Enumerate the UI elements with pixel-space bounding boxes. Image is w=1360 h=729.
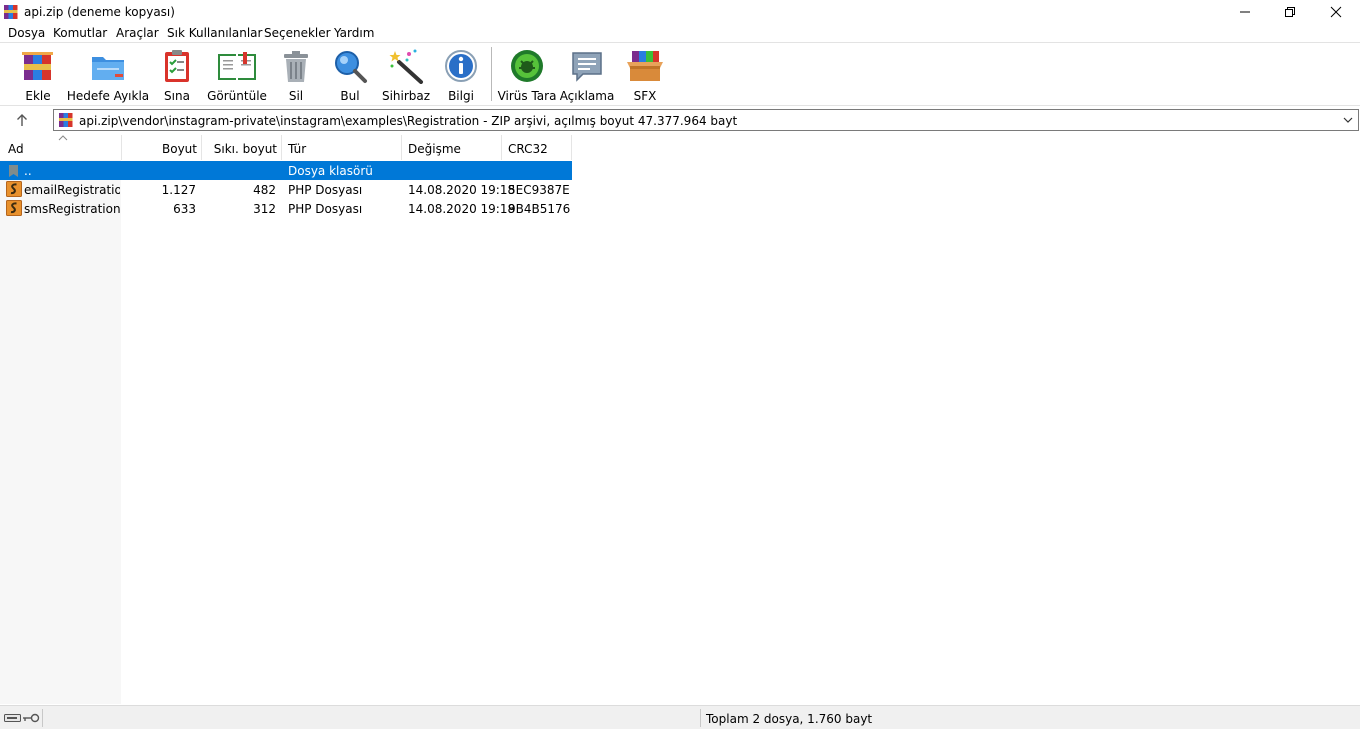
column-header-name-label: Ad — [8, 142, 24, 156]
row-name: emailRegistratio... — [24, 183, 120, 197]
comment-button[interactable]: Açıklama — [560, 46, 614, 103]
status-bar: Toplam 2 dosya, 1.760 bayt — [0, 705, 1360, 729]
book-view-icon — [218, 52, 256, 80]
toolbar-divider — [0, 105, 1360, 106]
column-header-type-label: Tür — [288, 142, 307, 156]
row-modified: 14.08.2020 19:18 — [408, 202, 516, 216]
row-type: PHP Dosyası — [288, 183, 363, 197]
column-header-packed-label: Sıkı. boyut — [213, 142, 277, 156]
address-row: api.zip\vendor\instagram-private\instagr… — [0, 107, 1360, 133]
title-bar: api.zip (deneme kopyası) — [0, 0, 1360, 24]
minimize-icon — [1240, 11, 1250, 13]
status-divider — [700, 709, 701, 727]
table-row[interactable]: smsRegistration.... 633 312 PHP Dosyası … — [0, 199, 572, 218]
row-name: smsRegistration.... — [24, 202, 120, 216]
minimize-button[interactable] — [1222, 0, 1268, 24]
menu-bar: Dosya Komutlar Araçlar Sık Kullanılanlar… — [0, 24, 1360, 42]
toolbar-separator — [491, 47, 492, 101]
find-button[interactable]: Bul — [331, 46, 369, 103]
folder-extract-icon — [92, 57, 124, 80]
magnifier-icon — [335, 51, 367, 83]
menu-yardim[interactable]: Yardım — [334, 26, 374, 40]
php-file-icon — [6, 181, 22, 197]
test-button[interactable]: Sına — [158, 46, 196, 103]
column-header-packed[interactable]: Sıkı. boyut — [202, 135, 282, 160]
menu-araclar[interactable]: Araçlar — [116, 26, 159, 40]
menu-komutlar[interactable]: Komutlar — [53, 26, 107, 40]
row-size: 1.127 — [161, 183, 196, 197]
chevron-down-icon[interactable] — [1343, 115, 1353, 125]
column-header-crc[interactable]: CRC32 — [502, 135, 572, 160]
info-icon — [445, 50, 477, 82]
winrar-app-icon — [4, 5, 18, 19]
archive-icon — [59, 113, 73, 127]
row-packed: 482 — [253, 183, 276, 197]
sort-ascending-icon — [58, 135, 68, 141]
row-type: Dosya klasörü — [288, 164, 373, 178]
extract-to-button[interactable]: Hedefe Ayıkla — [67, 46, 149, 103]
trash-icon — [284, 51, 308, 82]
info-button[interactable]: Bilgi — [442, 46, 480, 103]
menu-dosya[interactable]: Dosya — [8, 26, 45, 40]
arrow-up-icon — [17, 114, 27, 126]
row-packed: 312 — [253, 202, 276, 216]
row-name: .. — [24, 164, 32, 178]
status-divider — [42, 709, 43, 727]
column-header-crc-label: CRC32 — [508, 142, 548, 156]
sfx-button[interactable]: SFX — [624, 46, 666, 103]
row-crc: 5EC9387E — [508, 183, 570, 197]
checklist-test-icon — [165, 50, 189, 82]
virus-scan-button[interactable]: Virüs Tara — [498, 46, 556, 103]
address-path: api.zip\vendor\instagram-private\instagr… — [79, 114, 738, 128]
status-text: Toplam 2 dosya, 1.760 bayt — [706, 712, 873, 726]
address-bar[interactable]: api.zip\vendor\instagram-private\instagr… — [53, 109, 1359, 131]
archive-add-icon — [22, 52, 53, 80]
sfx-label: SFX — [633, 89, 657, 103]
table-row[interactable]: emailRegistratio... 1.127 482 PHP Dosyas… — [0, 180, 572, 199]
column-header-type[interactable]: Tür — [282, 135, 402, 160]
delete-button[interactable]: Sil — [278, 46, 314, 103]
view-button[interactable]: Görüntüle — [207, 46, 267, 103]
row-type: PHP Dosyası — [288, 202, 363, 216]
row-size: 633 — [173, 202, 196, 216]
restore-icon — [1285, 7, 1295, 17]
menu-sik-kullanilanlar[interactable]: Sık Kullanılanlar — [167, 26, 262, 40]
magic-wand-icon — [389, 49, 423, 84]
column-header-modified-label: Değişme — [408, 142, 461, 156]
toolbar: Ekle Hedefe Ayıkla Sına Görüntüle Sil Bu… — [0, 43, 1360, 105]
name-column-background — [0, 160, 121, 704]
restore-button[interactable] — [1267, 0, 1313, 24]
comment-icon — [572, 52, 602, 82]
drive-icon[interactable] — [4, 713, 22, 723]
close-button[interactable] — [1313, 0, 1359, 24]
column-header-modified[interactable]: Değişme — [402, 135, 502, 160]
wizard-button[interactable]: Sihirbaz — [382, 46, 430, 103]
up-folder-button[interactable] — [8, 111, 36, 129]
column-header-name[interactable]: Ad — [0, 135, 122, 160]
sfx-box-icon — [627, 51, 663, 81]
row-modified: 14.08.2020 19:18 — [408, 183, 516, 197]
file-list[interactable]: Ad Boyut Sıkı. boyut Tür Değişme CRC32 .… — [0, 135, 1360, 704]
php-file-icon — [6, 200, 22, 216]
parent-folder-icon — [9, 165, 18, 177]
row-crc: 9B4B5176 — [508, 202, 571, 216]
add-button[interactable]: Ekle — [18, 46, 58, 103]
menu-secenekler[interactable]: Seçenekler — [264, 26, 331, 40]
column-divider[interactable] — [571, 135, 572, 160]
key-icon[interactable] — [22, 713, 40, 723]
virus-scan-icon — [511, 50, 543, 82]
column-header-size-label: Boyut — [162, 142, 197, 156]
table-row[interactable]: .. Dosya klasörü — [0, 161, 572, 180]
window-title: api.zip (deneme kopyası) — [24, 5, 175, 19]
close-icon — [1330, 6, 1342, 18]
column-header-size[interactable]: Boyut — [122, 135, 202, 160]
